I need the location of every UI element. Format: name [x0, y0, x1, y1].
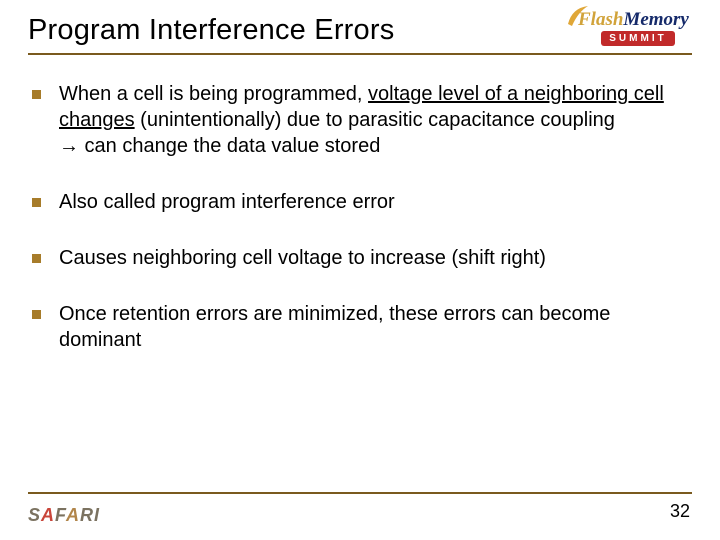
bullet-3-text: Causes neighboring cell voltage to incre… — [59, 245, 686, 271]
divider-bottom — [28, 492, 692, 494]
arrow-icon: → — [59, 135, 79, 157]
bullet-1-post: can change the data value stored — [79, 135, 380, 157]
bullet-marker-icon — [32, 310, 41, 319]
bullet-1: When a cell is being programmed, voltage… — [32, 81, 686, 159]
bullet-1-pre: When a cell is being programmed, — [59, 83, 368, 105]
swoosh-icon — [566, 4, 590, 28]
bullet-marker-icon — [32, 198, 41, 207]
bullet-4: Once retention errors are minimized, the… — [32, 301, 686, 353]
safari-logo: SAFARI — [28, 505, 100, 526]
bullet-marker-icon — [32, 254, 41, 263]
logo-summit-badge: SUMMIT — [601, 31, 674, 46]
bullet-1-mid: (unintentionally) due to parasitic capac… — [135, 109, 615, 131]
page-number: 32 — [670, 501, 690, 522]
bullet-2: Also called program interference error — [32, 189, 686, 215]
bullet-2-text: Also called program interference error — [59, 189, 686, 215]
bullet-marker-icon — [32, 90, 41, 99]
bullet-3: Causes neighboring cell voltage to incre… — [32, 245, 686, 271]
logo-memory-text: Memory — [623, 9, 688, 30]
slide: FlashMemory SUMMIT Program Interference … — [0, 0, 720, 540]
flash-memory-summit-logo: FlashMemory SUMMIT — [578, 10, 698, 56]
content-area: When a cell is being programmed, voltage… — [28, 81, 692, 353]
bullet-1-text: When a cell is being programmed, voltage… — [59, 81, 686, 159]
bullet-4-text: Once retention errors are minimized, the… — [59, 301, 686, 353]
